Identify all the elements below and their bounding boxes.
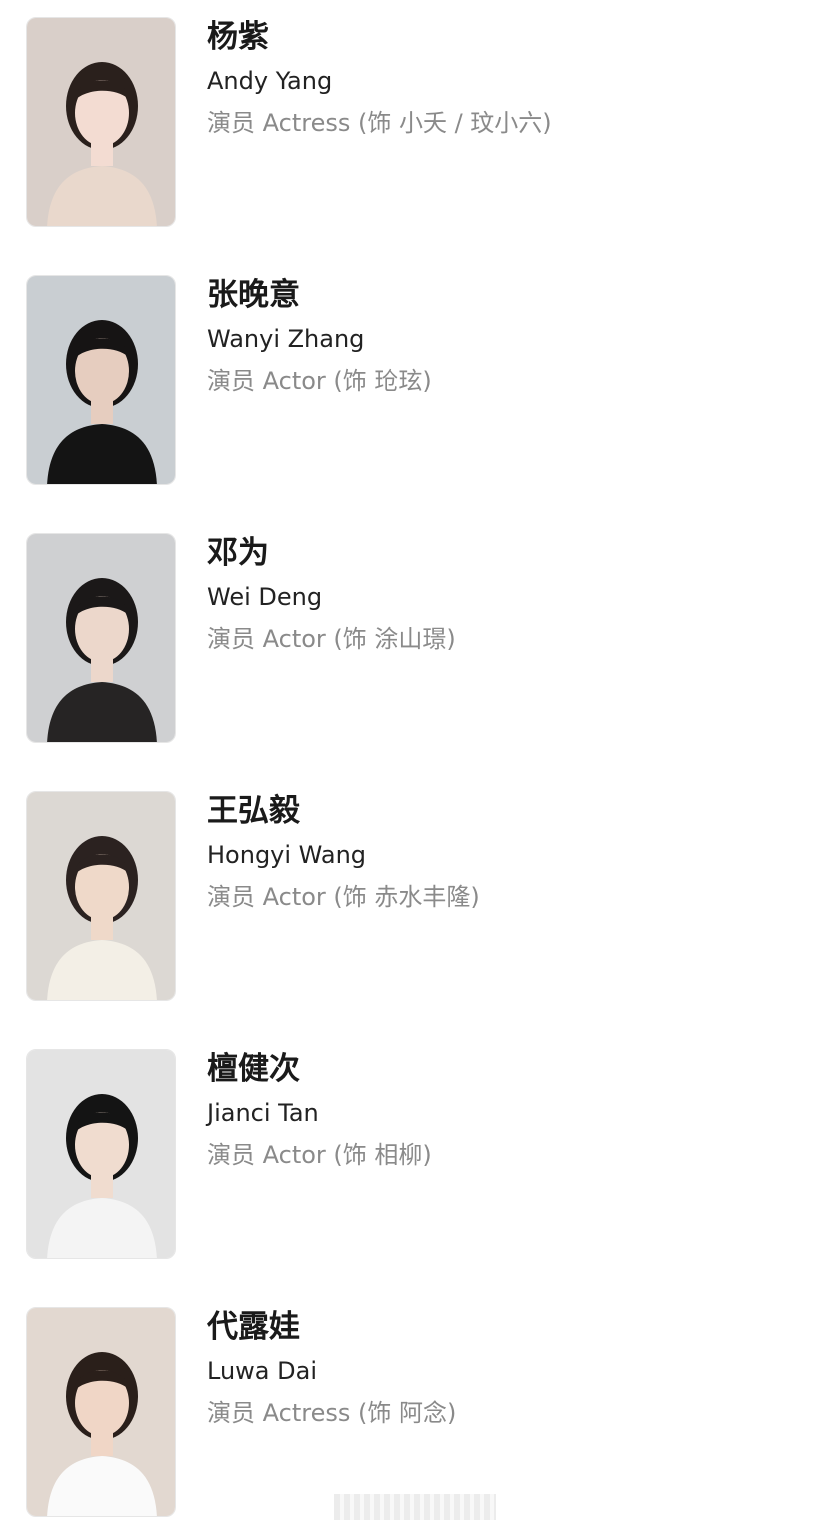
cast-member-item[interactable]: 张晚意 Wanyi Zhang 演员 Actor (饰 玱玹) xyxy=(26,275,806,485)
portrait-image xyxy=(27,534,175,742)
watermark xyxy=(334,1494,496,1520)
cast-name-english: Wanyi Zhang xyxy=(207,325,365,353)
cast-member-item[interactable]: 王弘毅 Hongyi Wang 演员 Actor (饰 赤水丰隆) xyxy=(26,791,806,1001)
cast-name-chinese[interactable]: 张晚意 xyxy=(207,275,300,315)
cast-role: 演员 Actor (饰 相柳) xyxy=(207,1141,432,1169)
cast-name-english: Hongyi Wang xyxy=(207,841,367,869)
cast-name-chinese[interactable]: 檀健次 xyxy=(207,1049,300,1089)
cast-name-english: Andy Yang xyxy=(207,67,333,95)
portrait-image xyxy=(27,18,175,226)
portrait-image xyxy=(27,276,175,484)
cast-photo[interactable] xyxy=(26,1049,176,1259)
cast-member-item[interactable]: 邓为 Wei Deng 演员 Actor (饰 涂山璟) xyxy=(26,533,806,743)
cast-role: 演员 Actor (饰 赤水丰隆) xyxy=(207,883,480,911)
cast-photo[interactable] xyxy=(26,791,176,1001)
cast-role: 演员 Actress (饰 小夭 / 玟小六) xyxy=(207,109,552,137)
cast-photo[interactable] xyxy=(26,17,176,227)
cast-name-chinese[interactable]: 邓为 xyxy=(207,533,269,573)
cast-role: 演员 Actress (饰 阿念) xyxy=(207,1399,457,1427)
cast-photo[interactable] xyxy=(26,1307,176,1517)
cast-member-item[interactable]: 檀健次 Jianci Tan 演员 Actor (饰 相柳) xyxy=(26,1049,806,1259)
cast-name-english: Luwa Dai xyxy=(207,1357,317,1385)
portrait-image xyxy=(27,1050,175,1258)
cast-photo[interactable] xyxy=(26,275,176,485)
cast-name-english: Wei Deng xyxy=(207,583,323,611)
cast-name-chinese[interactable]: 王弘毅 xyxy=(207,791,300,831)
cast-name-chinese[interactable]: 杨紫 xyxy=(207,17,269,57)
cast-role: 演员 Actor (饰 涂山璟) xyxy=(207,625,456,653)
cast-role: 演员 Actor (饰 玱玹) xyxy=(207,367,432,395)
portrait-image xyxy=(27,1308,175,1516)
cast-name-english: Jianci Tan xyxy=(207,1099,319,1127)
portrait-image xyxy=(27,792,175,1000)
cast-member-item[interactable]: 杨紫 Andy Yang 演员 Actress (饰 小夭 / 玟小六) xyxy=(26,17,806,227)
cast-photo[interactable] xyxy=(26,533,176,743)
cast-name-chinese[interactable]: 代露娃 xyxy=(207,1307,300,1347)
cast-member-item[interactable]: 代露娃 Luwa Dai 演员 Actress (饰 阿念) xyxy=(26,1307,806,1517)
